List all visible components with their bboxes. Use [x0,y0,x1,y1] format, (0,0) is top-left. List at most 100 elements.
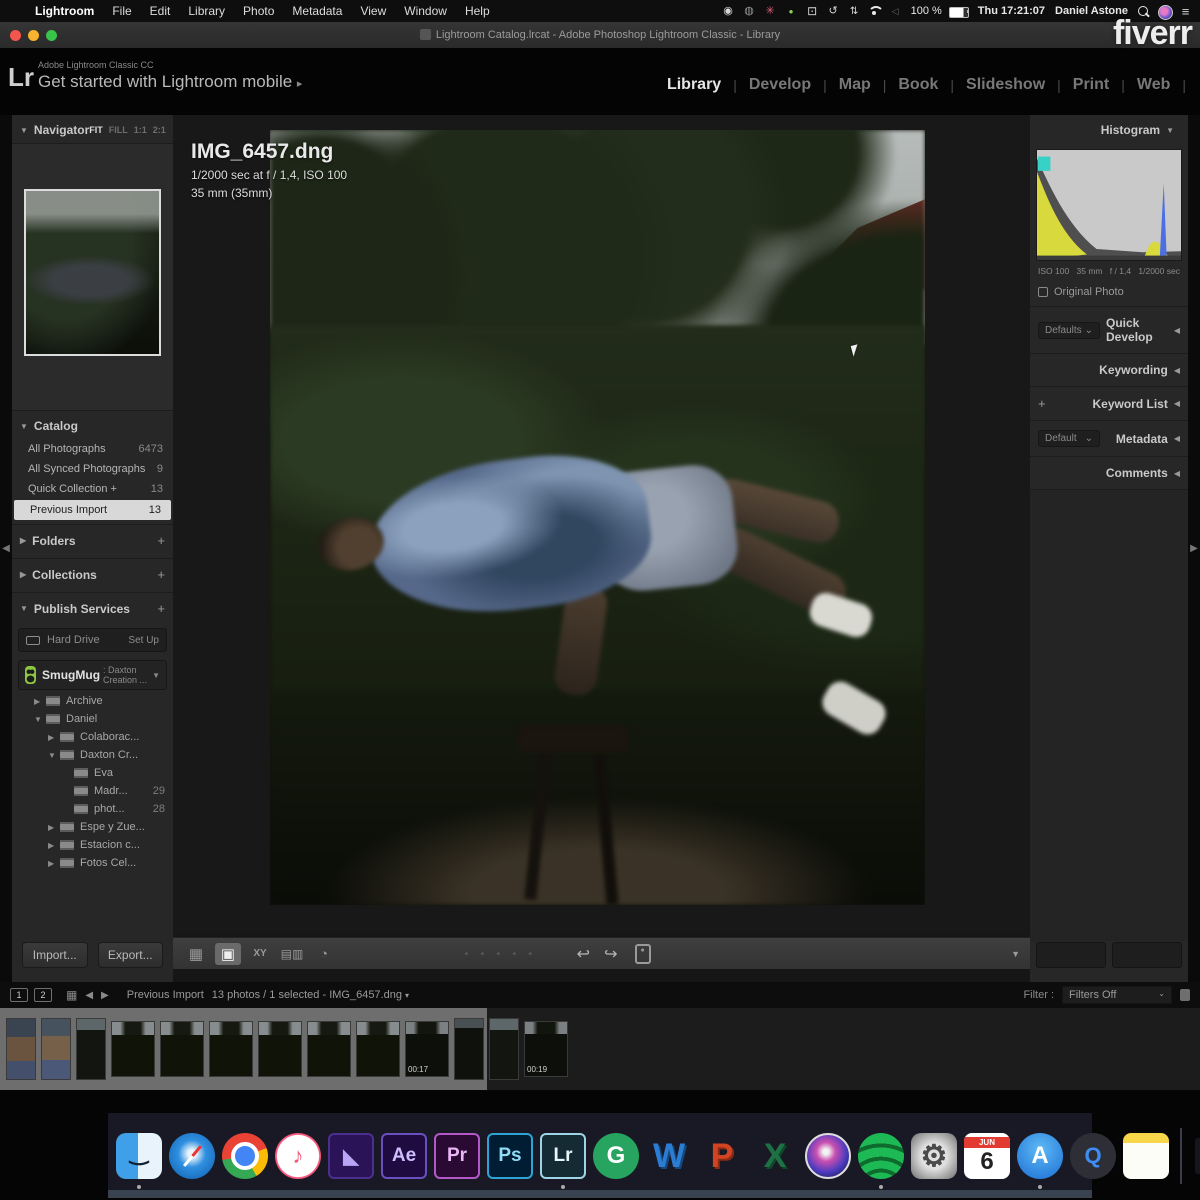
dock-app[interactable] [222,1130,268,1182]
add-publish-service-icon[interactable]: + [157,601,165,616]
view-mode-icon[interactable]: ▤▥ [279,943,305,965]
dock-app[interactable] [858,1130,904,1182]
filmstrip-thumbnail[interactable]: 00:19 [524,1021,568,1077]
dock-app[interactable] [275,1130,321,1182]
status-icon[interactable] [867,4,883,19]
dock-app[interactable]: G [593,1130,639,1182]
menubar-item[interactable]: Lightroom [26,4,103,18]
back-arrow-icon[interactable]: ◀ [85,990,93,1001]
zoom-option[interactable]: FIT [89,125,103,136]
publish-services-header[interactable]: ▼ Publish Services + [12,593,173,622]
dock-app[interactable]: P [699,1130,745,1182]
catalog-item[interactable]: All Photographs 6473 [12,439,173,459]
status-icon[interactable] [741,4,758,19]
collections-header[interactable]: ▶ Collections + [12,559,173,588]
tree-arrow-icon[interactable]: ▶ [34,697,46,706]
filmstrip-thumbnail[interactable] [41,1018,71,1080]
filter-dropdown[interactable]: Filters Off ⌄ [1062,986,1172,1004]
sync-settings-button[interactable] [1036,942,1106,968]
tagline[interactable]: Get started with Lightroom mobile [38,72,292,91]
tree-arrow-icon[interactable]: ▶ [48,733,60,742]
publish-tree-item[interactable]: ▼ Daxton Cr... [12,746,173,764]
toolbar-dropdown-icon[interactable]: ▼ [1011,949,1020,959]
photo-canvas[interactable] [270,130,925,905]
status-icon[interactable] [720,4,737,19]
status-icon[interactable] [846,4,863,19]
grid-view-icon[interactable]: ▦ [66,988,77,1002]
module-tab[interactable]: Book [886,76,950,94]
catalog-item[interactable]: All Synced Photographs 9 [12,459,173,479]
left-panel-collapse-arrow[interactable]: ◀ [0,115,12,982]
status-icon[interactable] [949,4,971,19]
status-icon[interactable] [804,4,821,19]
section-dropdown[interactable]: Defaults⌄ [1038,322,1100,339]
status-icon[interactable] [783,4,800,19]
folders-header[interactable]: ▶ Folders + [12,525,173,554]
menubar-item[interactable]: View [351,4,395,18]
publish-tree-item[interactable]: ▶ Estacion c... [12,836,173,854]
publish-tree-item[interactable]: ▼ Daniel [12,710,173,728]
view-mode-icon[interactable]: ▣ [215,943,241,965]
dock-app[interactable]: Pr [434,1130,480,1182]
menubar-item[interactable]: Photo [234,4,283,18]
tree-arrow-icon[interactable]: ▼ [48,751,60,760]
zoom-option[interactable]: 1:1 [134,125,147,136]
dock-app[interactable]: Q [1070,1130,1116,1182]
forward-arrow-icon[interactable]: ▶ [101,990,109,1001]
catalog-item[interactable]: Quick Collection + 13 [12,479,173,499]
tree-arrow-icon[interactable]: ▶ [48,841,60,850]
menubar-item[interactable]: File [103,4,140,18]
publish-hard-drive[interactable]: Hard Drive Set Up [18,628,167,652]
filmstrip-thumbnail[interactable] [160,1021,204,1077]
menubar-item[interactable]: Window [395,4,456,18]
dock-app[interactable] [169,1130,215,1182]
add-keyword-icon[interactable]: + [1038,396,1046,411]
publish-tree-item[interactable]: ▶ Archive [12,692,173,710]
publish-tree-item[interactable]: Eva [12,764,173,782]
tree-arrow-icon[interactable]: ▶ [48,823,60,832]
checkbox-icon[interactable] [1038,287,1048,297]
catalog-item[interactable]: Previous Import 13 [14,500,171,520]
filmstrip-source[interactable]: Previous Import [127,989,204,1001]
filmstrip-thumbnail[interactable] [258,1021,302,1077]
module-tab[interactable]: Slideshow [954,76,1057,94]
set-up-link[interactable]: Set Up [128,635,159,646]
zoom-option[interactable]: FILL [109,125,128,136]
publish-tree-item[interactable]: phot... 28 [12,800,173,818]
dock-app[interactable]: Lr [540,1130,586,1182]
tree-arrow-icon[interactable]: ▶ [48,859,60,868]
view-mode-icon[interactable]: XY [247,943,273,965]
publish-tree-item[interactable]: ▶ Colaborac... [12,728,173,746]
status-text[interactable]: 100 % [908,5,945,17]
zoom-option[interactable]: 2:1 [153,125,166,136]
publish-tree-item[interactable]: ▶ Espe y Zue... [12,818,173,836]
tree-arrow-icon[interactable]: ▼ [34,715,46,724]
filmstrip-thumbnail[interactable] [209,1021,253,1077]
identity-plate[interactable]: Adobe Lightroom Classic CC Get started w… [38,60,302,92]
module-tab[interactable]: Develop [737,76,823,94]
add-folder-icon[interactable]: + [157,533,165,548]
right-panel-section-header[interactable]: ⌄ Comments ◀ [1030,456,1188,489]
filmstrip-thumbnail[interactable] [111,1021,155,1077]
catalog-header[interactable]: ▼ Catalog [12,411,173,439]
dock-app[interactable]: Ps [487,1130,533,1182]
right-panel-collapse-arrow[interactable]: ▶ [1188,115,1200,982]
rotate-right-icon[interactable]: ↪ [604,944,617,964]
filmstrip-thumbnail[interactable] [6,1018,36,1080]
filter-lock-icon[interactable] [1180,989,1190,1001]
module-tab[interactable]: Map [827,76,883,94]
original-photo-row[interactable]: Original Photo [1030,278,1188,306]
rotate-left-icon[interactable]: ↩ [577,944,590,964]
right-panel-section-header[interactable]: Default⌄ Metadata ◀ [1030,420,1188,456]
menubar-item[interactable]: Metadata [283,4,351,18]
dock-app[interactable]: X [752,1130,798,1182]
module-tab[interactable]: Print [1061,76,1121,94]
filmstrip-thumbnail[interactable]: 00:17 [405,1021,449,1077]
filmstrip-thumbnail[interactable] [307,1021,351,1077]
dock-app[interactable] [1193,1130,1200,1182]
secondary-window-button[interactable]: 2 [34,988,52,1002]
right-panel-section-header[interactable]: ⌄ Keywording ◀ [1030,353,1188,386]
status-icon[interactable] [887,4,904,19]
module-tab[interactable]: Web [1125,76,1182,94]
view-mode-icon[interactable]: ◔ [311,943,337,965]
